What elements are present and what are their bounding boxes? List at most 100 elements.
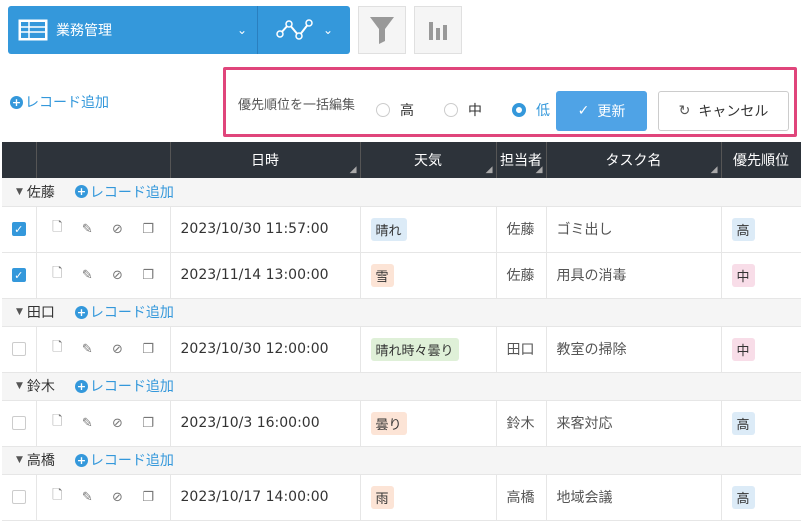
header-task[interactable]: タスク名 ◢ <box>546 142 722 178</box>
header-priority[interactable]: 優先順位 <box>721 142 801 178</box>
edit-icon[interactable]: ✎ <box>82 222 93 237</box>
priority-tag: 高 <box>731 485 755 509</box>
update-button[interactable]: ✓ 更新 <box>556 91 647 131</box>
priority-radio-medium[interactable]: 中 <box>444 100 482 120</box>
graph-selector[interactable]: ⌄ <box>258 6 350 54</box>
document-icon[interactable]: 🗋 <box>52 338 62 360</box>
radio-label: 中 <box>468 103 482 119</box>
copy-icon[interactable]: ❐ <box>142 222 154 237</box>
table-row: 🗋 ✎ ⊘ ❐ 2023/10/3 16:00:00 曇り 鈴木 来客対応高 <box>2 400 801 447</box>
hide-icon[interactable]: ⊘ <box>112 268 123 283</box>
cell-person: 高橋 <box>496 474 547 521</box>
group-name: 高橋 <box>26 453 55 469</box>
edit-icon[interactable]: ✎ <box>82 490 93 505</box>
priority-radio-low[interactable]: 低 <box>512 100 550 120</box>
filter-button[interactable] <box>358 6 406 54</box>
cancel-button[interactable]: ↻ キャンセル <box>658 91 789 131</box>
document-icon[interactable]: 🗋 <box>52 412 62 434</box>
plus-circle-icon: + <box>74 453 88 467</box>
weather-tag: 晴れ時々曇り <box>370 337 459 361</box>
cell-datetime: 2023/10/3 16:00:00 <box>170 400 361 447</box>
group-add-record-link[interactable]: + レコード追加 <box>74 450 174 470</box>
weather-tag: 雪 <box>370 263 394 287</box>
toolbar: 業務管理 ⌄ ⌄ <box>8 6 462 54</box>
caret-down-icon[interactable]: ▼ <box>16 455 23 465</box>
cell-datetime: 2023/11/14 13:00:00 <box>170 252 361 299</box>
weather-tag: 雨 <box>370 485 394 509</box>
header-checkbox-col <box>2 142 37 178</box>
cell-task: 来客対応 <box>546 400 722 447</box>
copy-icon[interactable]: ❐ <box>142 416 154 431</box>
priority-radio-high[interactable]: 高 <box>376 100 414 120</box>
edit-icon[interactable]: ✎ <box>82 268 93 283</box>
table-row: 🗋 ✎ ⊘ ❐ 2023/10/30 12:00:00 晴れ時々曇り 田口 教室の掃除中 <box>2 326 801 373</box>
hide-icon[interactable]: ⊘ <box>112 416 123 431</box>
group-add-record-link[interactable]: + レコード追加 <box>74 376 174 396</box>
plus-circle-icon: + <box>10 95 23 109</box>
group-add-record-link[interactable]: + レコード追加 <box>74 182 174 202</box>
document-icon[interactable]: 🗋 <box>52 486 62 508</box>
table-header-row: 日時 ◢ 天気 ◢ 担当者 ◢ タスク名 ◢ 優先順位 <box>2 142 801 178</box>
check-icon: ✓ <box>577 103 590 119</box>
cell-person: 田口 <box>496 326 547 373</box>
radio-label: 高 <box>400 103 414 119</box>
add-record-link[interactable]: + レコード追加 <box>10 92 109 112</box>
bulk-edit-panel: 優先順位を一括編集 高 中 低 ✓ 更新 ↻ キャンセル <box>223 67 797 137</box>
hide-icon[interactable]: ⊘ <box>112 222 123 237</box>
header-weather[interactable]: 天気 ◢ <box>360 142 497 178</box>
chevron-down-icon: ⌄ <box>236 23 247 37</box>
radio-dot[interactable] <box>512 103 526 117</box>
document-icon[interactable]: 🗋 <box>52 218 62 240</box>
add-record-label: レコード追加 <box>25 95 109 111</box>
chart-button[interactable] <box>414 6 462 54</box>
group-add-label: レコード追加 <box>89 305 174 321</box>
view-selector[interactable]: 業務管理 ⌄ <box>8 6 258 54</box>
row-checkbox[interactable] <box>11 490 26 504</box>
priority-tag: 中 <box>731 337 755 361</box>
update-label: 更新 <box>597 104 626 120</box>
caret-down-icon[interactable]: ▼ <box>16 307 23 317</box>
caret-down-icon[interactable]: ▼ <box>16 187 23 197</box>
group-add-label: レコード追加 <box>89 379 174 395</box>
header-datetime[interactable]: 日時 ◢ <box>170 142 361 178</box>
table-icon <box>18 19 48 41</box>
cell-person: 佐藤 <box>496 206 547 253</box>
row-checkbox[interactable]: ✓ <box>11 222 26 236</box>
document-icon[interactable]: 🗋 <box>52 264 62 286</box>
group-row: ▼ 田口 + レコード追加 <box>2 298 801 327</box>
group-row: ▼ 鈴木 + レコード追加 <box>2 372 801 401</box>
edit-icon[interactable]: ✎ <box>82 342 93 357</box>
group-add-label: レコード追加 <box>89 453 174 469</box>
records-table: 日時 ◢ 天気 ◢ 担当者 ◢ タスク名 ◢ 優先順位 ▼ 佐藤 + レコード追加 ✓ 🗋 ✎ ⊘ ❐ 2… <box>2 142 801 521</box>
cell-person: 鈴木 <box>496 400 547 447</box>
weather-tag: 曇り <box>370 411 407 435</box>
cell-task: ゴミ出し <box>546 206 722 253</box>
cell-datetime: 2023/10/30 12:00:00 <box>170 326 361 373</box>
priority-tag: 高 <box>731 217 755 241</box>
table-row: ✓ 🗋 ✎ ⊘ ❐ 2023/11/14 13:00:00 雪 佐藤 用具の消毒中 <box>2 252 801 299</box>
group-add-label: レコード追加 <box>89 184 174 201</box>
cell-datetime: 2023/10/30 11:57:00 <box>170 206 361 253</box>
edit-icon[interactable]: ✎ <box>82 416 93 431</box>
hide-icon[interactable]: ⊘ <box>112 342 123 357</box>
cancel-label: キャンセル <box>698 104 769 120</box>
row-checkbox[interactable] <box>11 342 26 356</box>
header-person[interactable]: 担当者 ◢ <box>496 142 547 178</box>
group-add-record-link[interactable]: + レコード追加 <box>74 302 174 322</box>
copy-icon[interactable]: ❐ <box>142 268 154 283</box>
copy-icon[interactable]: ❐ <box>142 490 154 505</box>
hide-icon[interactable]: ⊘ <box>112 490 123 505</box>
refresh-icon: ↻ <box>678 103 691 119</box>
row-checkbox[interactable]: ✓ <box>11 268 26 282</box>
caret-down-icon[interactable]: ▼ <box>16 381 23 391</box>
group-name: 鈴木 <box>26 379 55 395</box>
chevron-down-icon: ⌄ <box>322 23 334 37</box>
radio-dot[interactable] <box>376 103 390 117</box>
group-row: ▼ 佐藤 + レコード追加 <box>2 178 801 207</box>
copy-icon[interactable]: ❐ <box>142 342 154 357</box>
row-checkbox[interactable] <box>11 416 26 430</box>
plus-circle-icon: + <box>74 305 88 319</box>
view-title: 業務管理 <box>56 23 112 39</box>
radio-dot[interactable] <box>444 103 458 117</box>
cell-datetime: 2023/10/17 14:00:00 <box>170 474 361 521</box>
